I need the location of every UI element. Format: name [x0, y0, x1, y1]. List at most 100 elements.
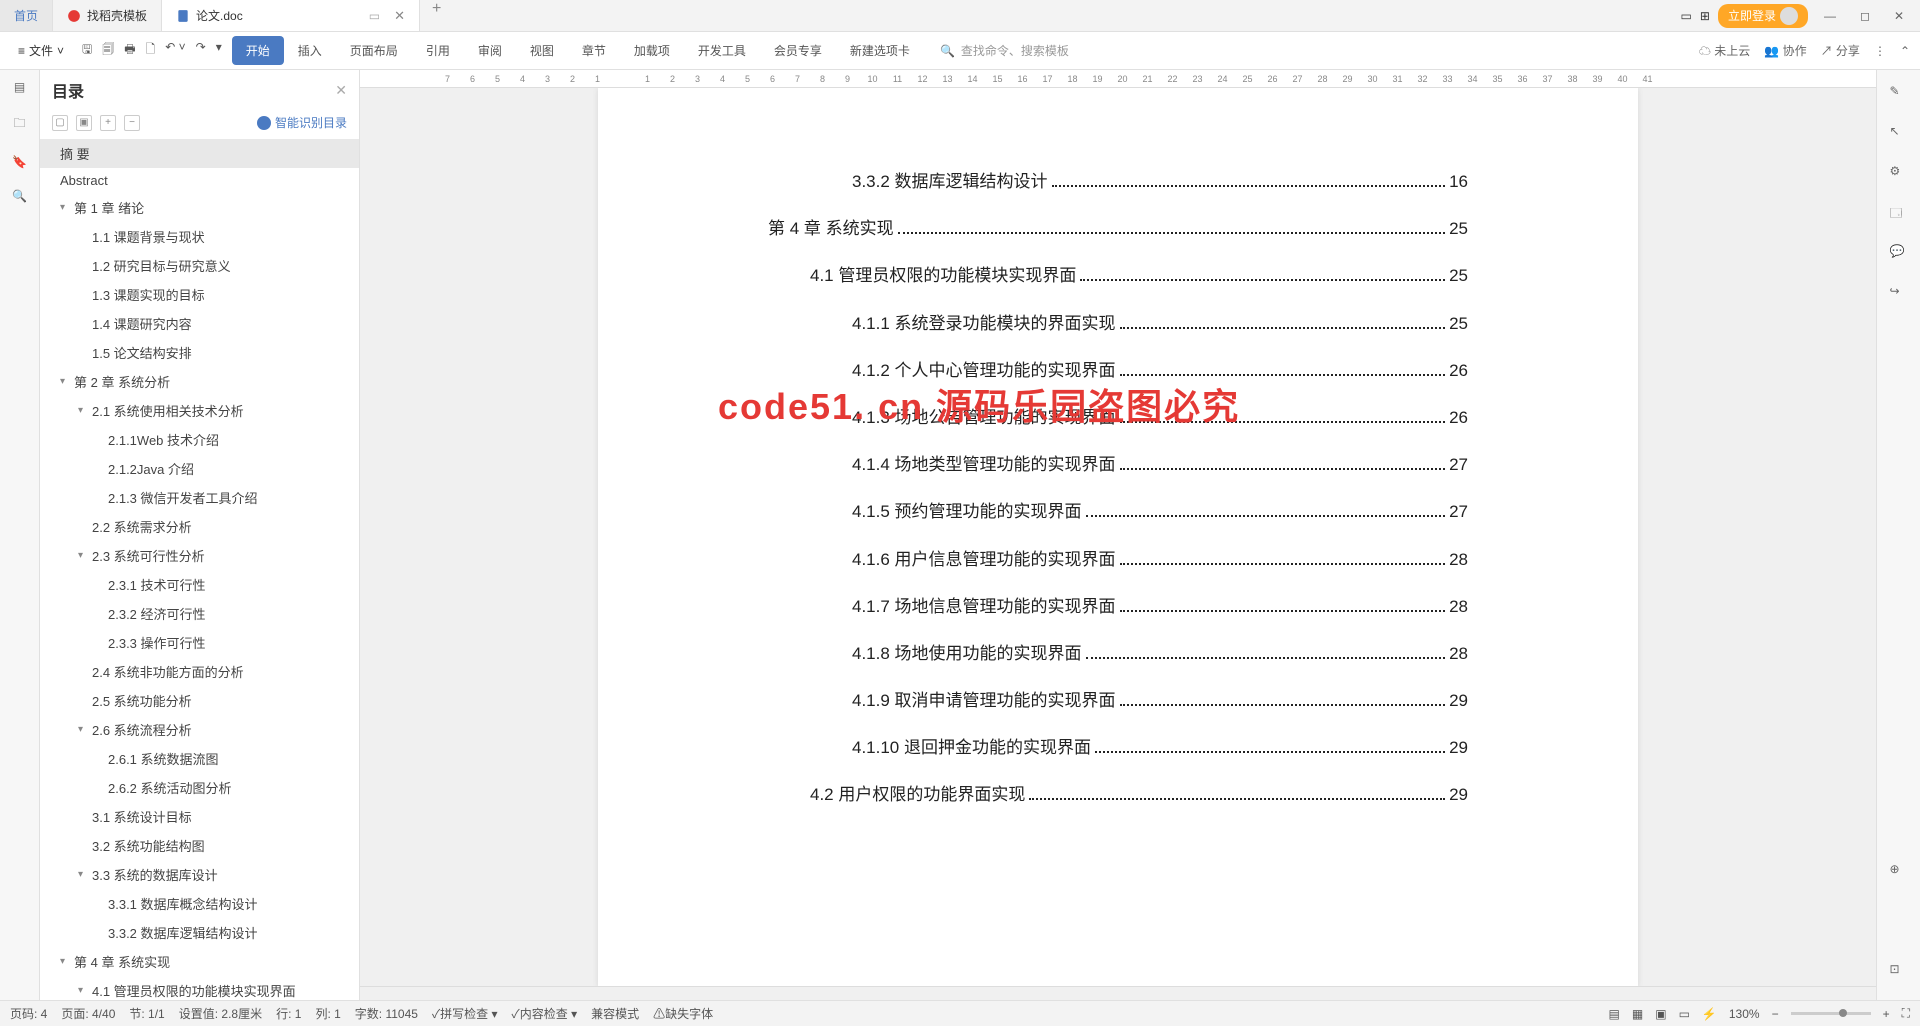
- status-words[interactable]: 字数: 11045: [355, 1005, 418, 1022]
- add-tab-button[interactable]: +: [420, 0, 453, 31]
- ribbon-dev[interactable]: 开发工具: [684, 36, 760, 65]
- toc-item[interactable]: ▾2.3 系统可行性分析: [40, 541, 359, 570]
- command-search[interactable]: 🔍 查找命令、搜索模板: [940, 42, 1069, 59]
- view-mode-1[interactable]: ▤: [1609, 1007, 1620, 1021]
- format-icon[interactable]: 🗔: [1890, 204, 1908, 222]
- toc-item[interactable]: 2.3.2 经济可行性: [40, 599, 359, 628]
- collapse-icon[interactable]: ⌃: [1900, 44, 1910, 58]
- toc-item[interactable]: 2.5 系统功能分析: [40, 686, 359, 715]
- view-mode-4[interactable]: ▭: [1679, 1007, 1690, 1021]
- dropdown-icon[interactable]: ▾: [216, 40, 222, 61]
- file-menu[interactable]: ≡ 文件 ˅: [10, 38, 72, 63]
- horizontal-scrollbar[interactable]: [360, 986, 1876, 1000]
- toc-item[interactable]: ▾第 2 章 系统分析: [40, 367, 359, 396]
- toc-item[interactable]: 2.4 系统非功能方面的分析: [40, 657, 359, 686]
- preview-icon[interactable]: 🗋: [146, 40, 156, 61]
- toc-item[interactable]: 2.3.3 操作可行性: [40, 628, 359, 657]
- grid-icon[interactable]: ▭: [1681, 9, 1692, 23]
- view-mode-2[interactable]: ▦: [1632, 1007, 1643, 1021]
- edit-icon[interactable]: ✎: [1890, 84, 1908, 102]
- toc-item[interactable]: 2.1.1Web 技术介绍: [40, 425, 359, 454]
- ribbon-layout[interactable]: 页面布局: [336, 36, 412, 65]
- tab-templates[interactable]: 找稻壳模板: [53, 0, 162, 31]
- toc-item[interactable]: Abstract: [40, 168, 359, 193]
- print-icon[interactable]: 🗐: [102, 40, 114, 61]
- printer-icon[interactable]: 🖶: [124, 40, 135, 61]
- collab-button[interactable]: 👥 协作: [1764, 42, 1806, 59]
- ribbon-start[interactable]: 开始: [232, 36, 284, 65]
- toc-item[interactable]: ▾第 1 章 绪论: [40, 193, 359, 222]
- ribbon-view[interactable]: 视图: [516, 36, 568, 65]
- cursor-icon[interactable]: ↖: [1890, 124, 1908, 142]
- close-icon[interactable]: ✕: [394, 8, 405, 24]
- zoom-level[interactable]: 130%: [1729, 1007, 1760, 1021]
- page-scroll[interactable]: code51. cn 源码乐园盗图必究 3.3.2 数据库逻辑结构设计16第 4…: [360, 88, 1876, 986]
- zoom-slider[interactable]: [1791, 1012, 1871, 1015]
- toc-item[interactable]: ▾3.3 系统的数据库设计: [40, 860, 359, 889]
- status-contentcheck[interactable]: ✓内容检查 ▾: [512, 1005, 578, 1022]
- tool-expand[interactable]: +: [100, 115, 116, 131]
- tool-collapse[interactable]: −: [124, 115, 140, 131]
- ribbon-plugin[interactable]: 加载项: [620, 36, 684, 65]
- tab-document[interactable]: 论文.doc▭✕: [162, 0, 420, 31]
- outline-close-icon[interactable]: ✕: [335, 82, 347, 99]
- toc-item[interactable]: ▾2.1 系统使用相关技术分析: [40, 396, 359, 425]
- ribbon-chapter[interactable]: 章节: [568, 36, 620, 65]
- toc-item[interactable]: 2.2 系统需求分析: [40, 512, 359, 541]
- toc-item[interactable]: 2.3.1 技术可行性: [40, 570, 359, 599]
- apps-icon[interactable]: ⊞: [1700, 9, 1710, 23]
- share-button[interactable]: ↗ 分享: [1821, 42, 1860, 59]
- toc-item[interactable]: 3.3.2 数据库逻辑结构设计: [40, 918, 359, 947]
- toc-item[interactable]: 3.3.1 数据库概念结构设计: [40, 889, 359, 918]
- more-icon[interactable]: ⋮: [1874, 44, 1886, 58]
- ribbon-ref[interactable]: 引用: [412, 36, 464, 65]
- toc-item[interactable]: 2.6.2 系统活动图分析: [40, 773, 359, 802]
- close-button[interactable]: ✕: [1886, 5, 1912, 27]
- bookmark-icon[interactable]: 🔖: [12, 155, 27, 169]
- view-mode-3[interactable]: ▣: [1655, 1007, 1666, 1021]
- save-icon[interactable]: 🖫: [82, 40, 92, 61]
- ribbon-vip[interactable]: 会员专享: [760, 36, 836, 65]
- ribbon-insert[interactable]: 插入: [284, 36, 336, 65]
- status-pageno[interactable]: 页码: 4: [10, 1005, 47, 1022]
- toc-item[interactable]: 3.2 系统功能结构图: [40, 831, 359, 860]
- feedback-icon[interactable]: 💬: [1890, 244, 1908, 262]
- exit-icon[interactable]: ↪: [1890, 284, 1908, 302]
- tool-b-icon[interactable]: ⊡: [1890, 962, 1908, 980]
- folder-icon[interactable]: 🗀: [13, 114, 25, 135]
- toc-item[interactable]: 1.5 论文结构安排: [40, 338, 359, 367]
- toc-item[interactable]: 1.1 课题背景与现状: [40, 222, 359, 251]
- tab-home[interactable]: 首页: [0, 0, 53, 31]
- toc-item[interactable]: ▾4.1 管理员权限的功能模块实现界面: [40, 976, 359, 1000]
- settings-icon[interactable]: ⚙: [1890, 164, 1908, 182]
- view-mode-5[interactable]: ⚡: [1702, 1007, 1717, 1021]
- zoom-in[interactable]: +: [1883, 1007, 1890, 1021]
- undo-icon[interactable]: ↶ ˅: [165, 40, 185, 61]
- toc-item[interactable]: 1.4 课题研究内容: [40, 309, 359, 338]
- tool-a-icon[interactable]: ⊕: [1890, 862, 1908, 880]
- toc-item[interactable]: 2.1.3 微信开发者工具介绍: [40, 483, 359, 512]
- toc-item[interactable]: ▾2.6 系统流程分析: [40, 715, 359, 744]
- login-button[interactable]: 立即登录: [1718, 4, 1808, 28]
- toc-item[interactable]: ▾第 4 章 系统实现: [40, 947, 359, 976]
- ribbon-review[interactable]: 审阅: [464, 36, 516, 65]
- toc-item[interactable]: 1.3 课题实现的目标: [40, 280, 359, 309]
- toc-item[interactable]: 2.1.2Java 介绍: [40, 454, 359, 483]
- outline-icon[interactable]: ▤: [14, 80, 25, 94]
- status-spellcheck[interactable]: ✓拼写检查 ▾: [432, 1005, 498, 1022]
- tab-window-icon[interactable]: ▭: [369, 9, 380, 23]
- status-missing-font[interactable]: ⚠缺失字体: [653, 1005, 713, 1022]
- tool-1[interactable]: ▢: [52, 115, 68, 131]
- toc-item[interactable]: 1.2 研究目标与研究意义: [40, 251, 359, 280]
- minimize-button[interactable]: —: [1816, 5, 1844, 27]
- fullscreen-icon[interactable]: ⛶: [1902, 1006, 1910, 1021]
- tool-2[interactable]: ▣: [76, 115, 92, 131]
- toc-item[interactable]: 2.6.1 系统数据流图: [40, 744, 359, 773]
- ribbon-newtab[interactable]: 新建选项卡: [836, 36, 924, 65]
- search-icon[interactable]: 🔍: [12, 189, 27, 203]
- toc-item[interactable]: 3.1 系统设计目标: [40, 802, 359, 831]
- toc-item[interactable]: 摘 要: [40, 139, 359, 168]
- redo-icon[interactable]: ↷: [196, 40, 206, 61]
- zoom-out[interactable]: −: [1772, 1007, 1779, 1021]
- status-page[interactable]: 页面: 4/40: [61, 1005, 115, 1022]
